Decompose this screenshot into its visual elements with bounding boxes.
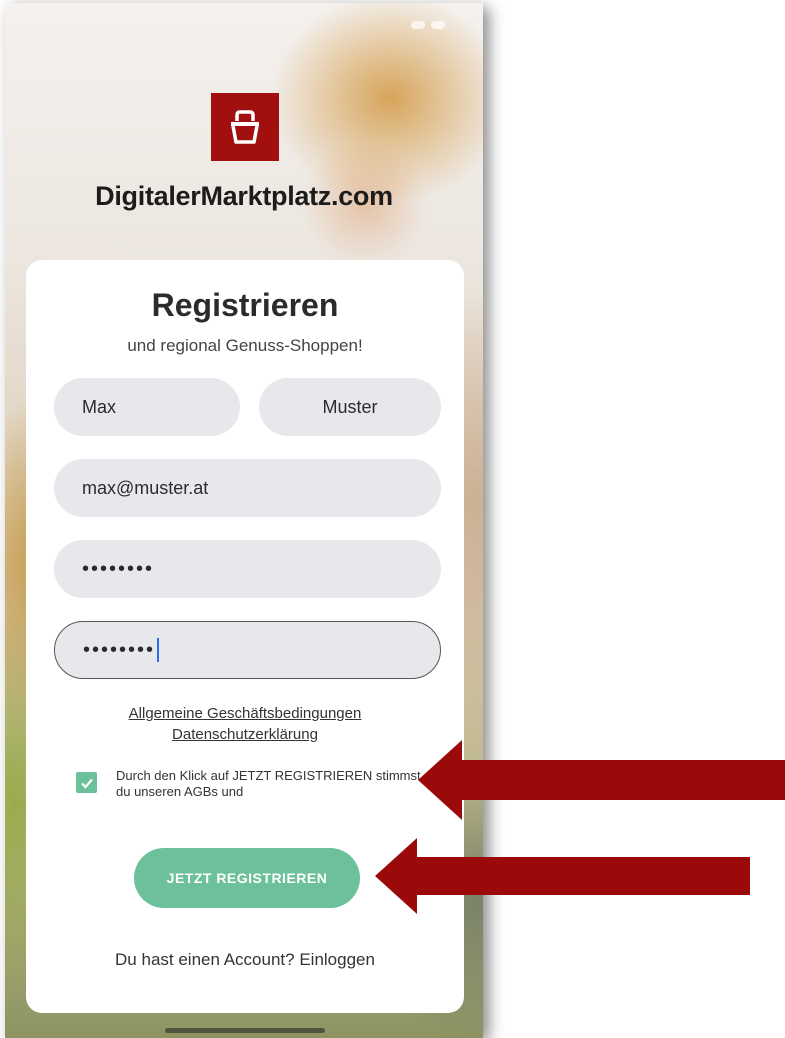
email-value: max@muster.at [82, 477, 209, 498]
checkmark-icon [80, 778, 93, 789]
brand-logo [211, 93, 279, 161]
first-name-field[interactable]: Max [54, 378, 240, 436]
status-bar-icons [411, 21, 445, 29]
login-link[interactable]: Du hast einen Account? Einloggen [26, 950, 464, 970]
password-confirm-value: •••••••• [83, 638, 156, 661]
annotation-arrow-consent [418, 740, 785, 820]
annotation-arrow-register [375, 838, 750, 914]
page-title: Registrieren [151, 287, 339, 323]
password-value: •••••••• [82, 557, 155, 580]
password-confirm-field[interactable]: •••••••• [54, 621, 441, 679]
password-field[interactable]: •••••••• [54, 540, 441, 598]
last-name-value: Muster [322, 396, 378, 417]
basket-icon [231, 110, 259, 144]
legal-links: Allgemeine Geschäftsbedingungen Datensch… [26, 703, 464, 745]
consent-checkbox[interactable] [76, 772, 97, 793]
brand-name: DigitalerMarktplatz.com [95, 181, 393, 211]
terms-link[interactable]: Allgemeine Geschäftsbedingungen [26, 703, 464, 724]
home-indicator [165, 1028, 325, 1033]
text-caret [157, 638, 160, 662]
privacy-link[interactable]: Datenschutzerklärung [26, 724, 464, 745]
last-name-field[interactable]: Muster [259, 378, 441, 436]
first-name-value: Max [82, 396, 117, 417]
page-subtitle: und regional Genuss-Shoppen! [127, 336, 363, 355]
consent-text: Durch den Klick auf JETZT REGISTRIEREN s… [116, 768, 421, 799]
email-field[interactable]: max@muster.at [54, 459, 441, 517]
register-button[interactable]: JETZT REGISTRIEREN [134, 848, 360, 908]
